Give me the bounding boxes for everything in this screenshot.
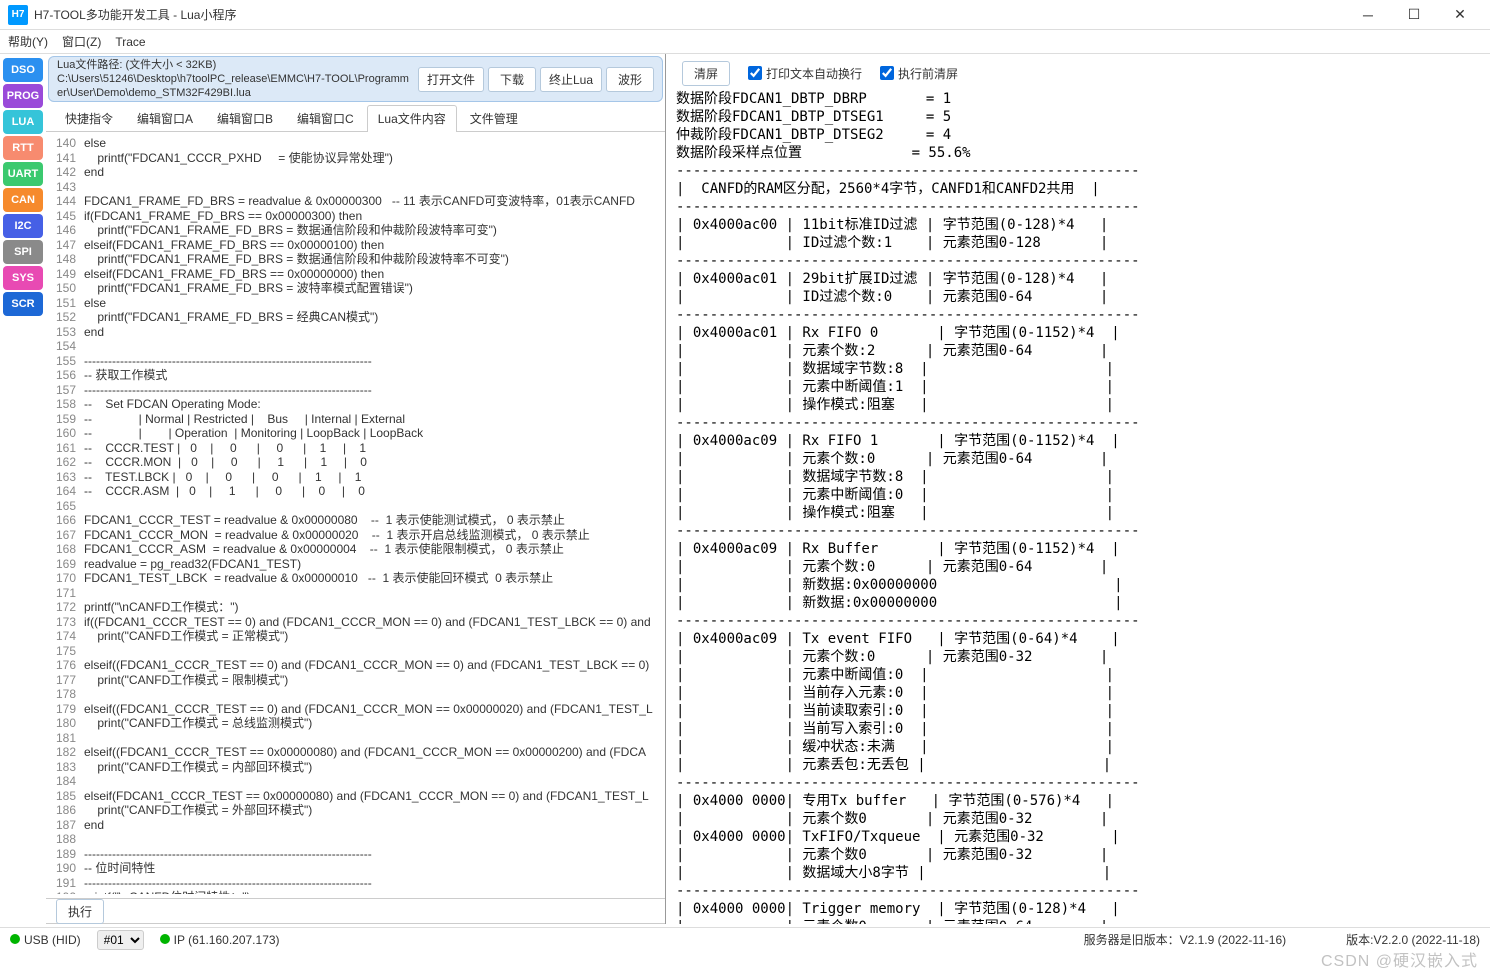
sidebar-uart[interactable]: UART [3,162,43,186]
window-title: H7-TOOL多功能开发工具 - Lua小程序 [34,6,1346,23]
sidebar-spi[interactable]: SPI [3,240,43,264]
lua-path-label: Lua文件路径: (文件大小 < 32KB) [57,58,410,72]
tab-2[interactable]: 编辑窗口B [206,105,284,131]
status-usb: USB (HID) [10,933,81,947]
tab-1[interactable]: 编辑窗口A [126,105,204,131]
open-file-button[interactable]: 打开文件 [418,67,484,92]
sidebar-i2c[interactable]: I2C [3,214,43,238]
status-ip: IP (61.160.207.173) [160,933,280,947]
minimize-button[interactable]: ─ [1346,1,1390,29]
sidebar-lua[interactable]: LUA [3,110,43,134]
download-button[interactable]: 下载 [488,67,536,92]
auto-wrap-checkbox[interactable]: 打印文本自动换行 [748,65,862,82]
stop-lua-button[interactable]: 终止Lua [540,67,602,92]
lua-path-value: C:\Users\51246\Desktop\h7toolPC_release\… [57,72,410,100]
clear-output-button[interactable]: 清屏 [682,61,730,86]
sidebar-sys[interactable]: SYS [3,266,43,290]
tab-4[interactable]: Lua文件内容 [367,105,457,131]
tab-5[interactable]: 文件管理 [459,105,529,131]
sidebar-scr[interactable]: SCR [3,292,43,316]
output-console[interactable]: 数据阶段FDCAN1_DBTP_DBRP = 1 数据阶段FDCAN1_DBTP… [674,88,1486,924]
sidebar-rtt[interactable]: RTT [3,136,43,160]
sidebar-prog[interactable]: PROG [3,84,43,108]
status-server: 服务器是旧版本：V2.1.9 (2022-11-16) [1084,931,1287,948]
app-icon: H7 [8,5,28,25]
pre-clear-checkbox[interactable]: 执行前清屏 [880,65,958,82]
sidebar-can[interactable]: CAN [3,188,43,212]
code-editor[interactable]: else printf("FDCAN1_CCCR_PXHD = 使能协议异常处理… [80,134,665,894]
menu-help[interactable]: 帮助(Y) [8,33,48,50]
status-version: 版本:V2.2.0 (2022-11-18) [1346,931,1480,948]
tab-0[interactable]: 快捷指令 [54,105,124,131]
status-id-select[interactable]: #01 [97,930,144,950]
tab-3[interactable]: 编辑窗口C [286,105,365,131]
waveform-button[interactable]: 波形 [606,67,654,92]
close-button[interactable]: ✕ [1438,1,1482,29]
sidebar-dso[interactable]: DSO [3,58,43,82]
maximize-button[interactable]: ☐ [1392,1,1436,29]
menu-window[interactable]: 窗口(Z) [62,33,101,50]
menu-trace[interactable]: Trace [115,35,145,49]
execute-button[interactable]: 执行 [56,899,104,924]
editor-gutter: 140 141 142 143 144 145 146 147 148 149 … [46,134,80,894]
